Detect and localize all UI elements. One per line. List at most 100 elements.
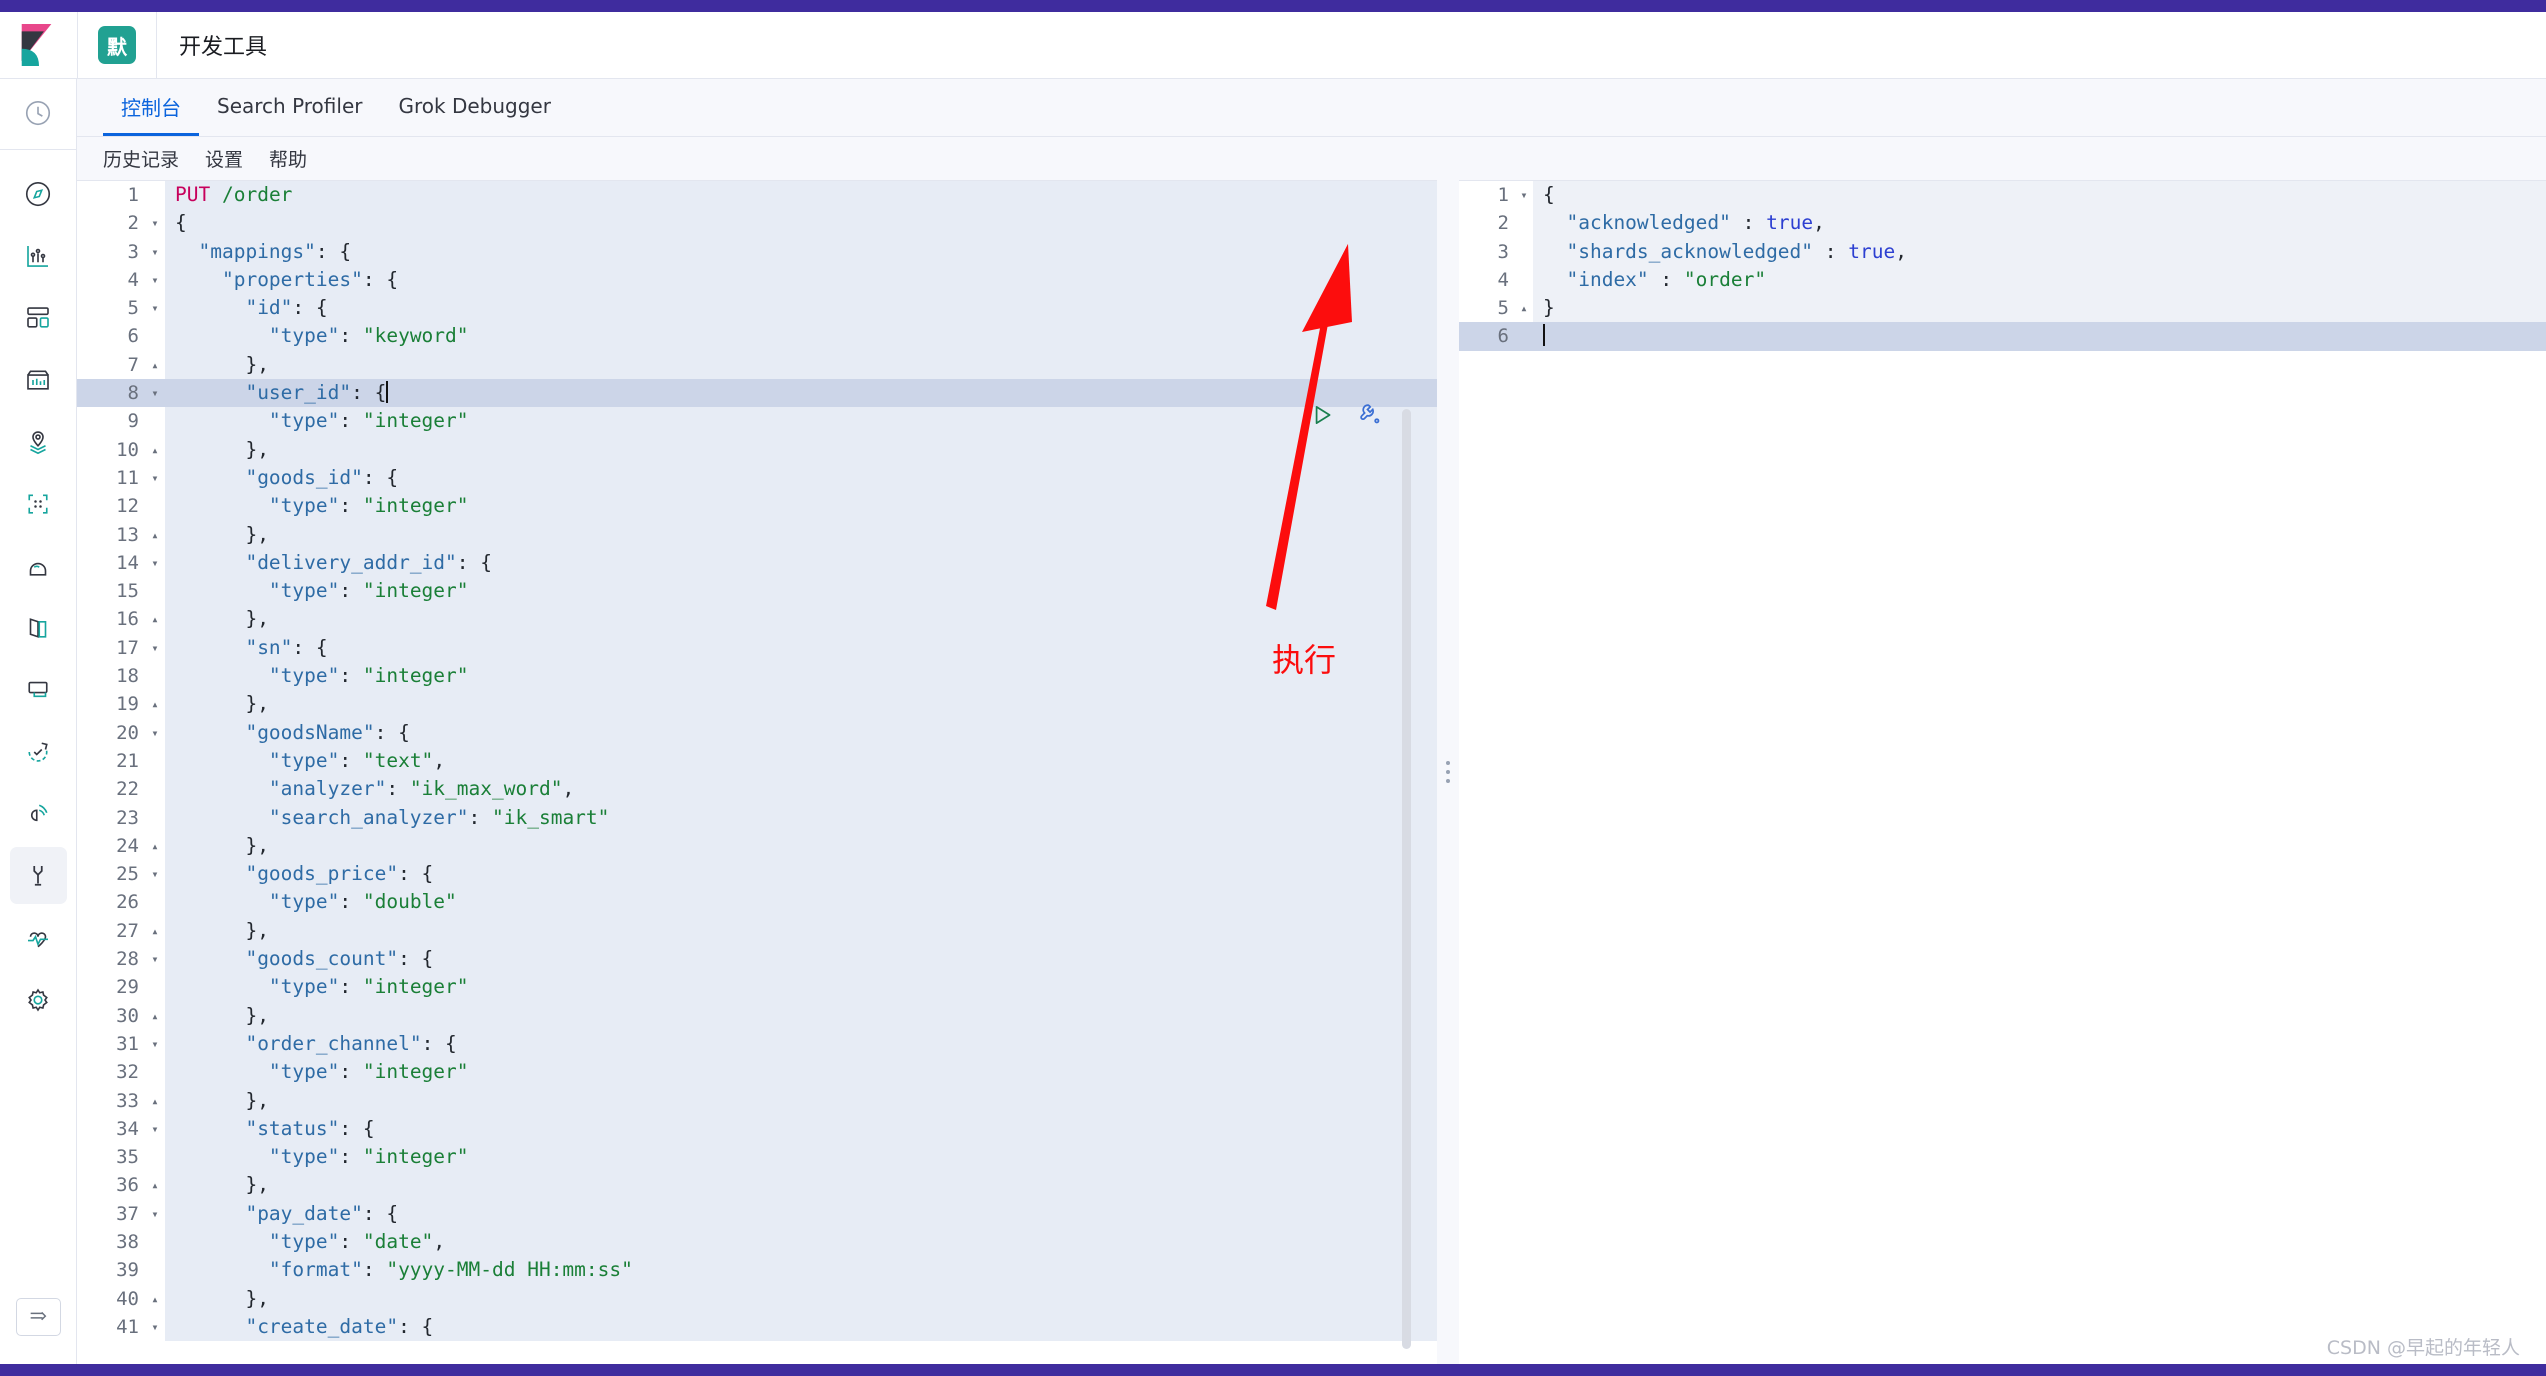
code-line[interactable]: 32 "type": "integer" <box>77 1058 1437 1087</box>
code-line[interactable]: 10 ▴ }, <box>77 435 1437 464</box>
fold-toggle-icon[interactable]: ▴ <box>1515 294 1533 322</box>
fold-toggle-icon[interactable]: ▾ <box>145 718 165 747</box>
tab-search-profiler[interactable]: Search Profiler <box>199 79 380 136</box>
fold-toggle-icon[interactable]: ▾ <box>145 379 165 408</box>
request-editor-panel[interactable]: 1 PUT /order 2 ▾{3 ▾ "mappings": {4 ▾ "proper… <box>77 180 1437 1364</box>
nav-maps[interactable] <box>10 413 67 470</box>
fold-toggle-icon[interactable]: ▴ <box>145 1086 165 1115</box>
code-line[interactable]: 14 ▾ "delivery_addr_id": { <box>77 548 1437 578</box>
code-line[interactable]: 26 "type": "double" <box>77 888 1437 917</box>
code-line[interactable]: 29 "type": "integer" <box>77 973 1437 1002</box>
fold-toggle-icon[interactable]: ▾ <box>145 1312 165 1342</box>
code-line[interactable]: 15 "type": "integer" <box>77 577 1437 606</box>
code-line[interactable]: 20 ▾ "goodsName": { <box>77 718 1437 747</box>
nav-recently-viewed[interactable] <box>10 84 67 141</box>
code-line[interactable]: 38 "type": "date", <box>77 1227 1437 1257</box>
fold-toggle-icon[interactable]: ▴ <box>145 1001 165 1030</box>
nav-machine-learning[interactable] <box>10 475 67 532</box>
code-line[interactable]: 19 ▴ }, <box>77 690 1437 719</box>
fold-toggle-icon[interactable]: ▴ <box>145 1284 165 1313</box>
response-line[interactable]: 2 "acknowledged" : true, <box>1459 209 2546 238</box>
fold-toggle-icon[interactable]: ▾ <box>145 265 165 295</box>
fold-toggle-icon[interactable]: ▴ <box>145 1171 165 1200</box>
nav-collapse-button[interactable] <box>15 1298 61 1336</box>
submenu-settings[interactable]: 设置 <box>205 145 243 172</box>
code-line[interactable]: 5 ▾ "id": { <box>77 294 1437 323</box>
code-line[interactable]: 17 ▾ "sn": { <box>77 633 1437 663</box>
nav-siem[interactable] <box>10 785 67 842</box>
wrench-menu-button[interactable] <box>1357 401 1385 434</box>
nav-monitoring[interactable] <box>10 909 67 966</box>
kibana-home-link[interactable] <box>0 11 78 79</box>
nav-uptime[interactable] <box>10 723 67 780</box>
fold-toggle-icon[interactable]: ▴ <box>145 916 165 946</box>
fold-toggle-icon[interactable]: ▾ <box>145 633 165 663</box>
nav-dev-tools[interactable] <box>9 847 67 904</box>
code-line[interactable]: 30 ▴ }, <box>77 1001 1437 1030</box>
code-line[interactable]: 16 ▴ }, <box>77 605 1437 634</box>
submenu-help[interactable]: 帮助 <box>269 145 307 172</box>
nav-apm[interactable] <box>10 661 67 718</box>
fold-toggle-icon[interactable]: ▾ <box>145 209 165 238</box>
fold-toggle-icon[interactable]: ▾ <box>145 945 165 974</box>
fold-toggle-icon[interactable]: ▴ <box>145 520 165 549</box>
fold-toggle-icon[interactable]: ▴ <box>145 350 165 380</box>
nav-management[interactable] <box>10 971 67 1028</box>
code-line[interactable]: 1 PUT /order <box>77 181 1437 210</box>
nav-discover[interactable] <box>10 165 67 222</box>
response-line[interactable]: 6 <box>1459 322 2546 351</box>
code-line[interactable]: 3 ▾ "mappings": { <box>77 237 1437 266</box>
code-line[interactable]: 18 "type": "integer" <box>77 662 1437 691</box>
code-line[interactable]: 11 ▾ "goods_id": { <box>77 463 1437 493</box>
code-line[interactable]: 4 ▾ "properties": { <box>77 265 1437 295</box>
tab-grok-debugger[interactable]: Grok Debugger <box>380 79 568 136</box>
fold-toggle-icon[interactable]: ▾ <box>145 548 165 578</box>
code-line[interactable]: 6 "type": "keyword" <box>77 322 1437 351</box>
fold-toggle-icon[interactable]: ▴ <box>145 605 165 634</box>
request-editor[interactable]: 1 PUT /order 2 ▾{3 ▾ "mappings": {4 ▾ "proper… <box>77 181 1437 1364</box>
nav-infrastructure[interactable] <box>10 537 67 594</box>
code-line[interactable]: 13 ▴ }, <box>77 520 1437 549</box>
code-line[interactable]: 28 ▾ "goods_count": { <box>77 945 1437 974</box>
fold-toggle-icon[interactable]: ▾ <box>145 237 165 266</box>
response-line[interactable]: 3 "shards_acknowledged" : true, <box>1459 237 2546 266</box>
fold-toggle-icon[interactable]: ▾ <box>145 1029 165 1059</box>
code-line[interactable]: 27 ▴ }, <box>77 916 1437 946</box>
tab-console[interactable]: 控制台 <box>103 79 199 136</box>
fold-toggle-icon[interactable]: ▴ <box>145 831 165 861</box>
panel-resize-handle[interactable] <box>1437 180 1459 1364</box>
code-line[interactable]: 9 "type": "integer" <box>77 407 1437 436</box>
code-line[interactable]: 37 ▾ "pay_date": { <box>77 1199 1437 1228</box>
code-line[interactable]: 39 "format": "yyyy-MM-dd HH:mm:ss" <box>77 1256 1437 1285</box>
code-line[interactable]: 8 ▾ "user_id": { <box>77 379 1437 408</box>
submenu-history[interactable]: 历史记录 <box>103 145 179 172</box>
code-line[interactable]: 36 ▴ }, <box>77 1171 1437 1200</box>
code-line[interactable]: 23 "search_analyzer": "ik_smart" <box>77 803 1437 832</box>
response-panel[interactable]: 1 ▾{2 "acknowledged" : true, 3 "shards_ack… <box>1459 180 2546 1364</box>
code-line[interactable]: 33 ▴ }, <box>77 1086 1437 1115</box>
response-line[interactable]: 4 "index" : "order" <box>1459 265 2546 295</box>
response-editor[interactable]: 1 ▾{2 "acknowledged" : true, 3 "shards_ack… <box>1459 181 2546 351</box>
code-line[interactable]: 7 ▴ }, <box>77 350 1437 380</box>
code-line[interactable]: 41 ▾ "create_date": { <box>77 1312 1437 1342</box>
nav-canvas[interactable] <box>10 351 67 408</box>
fold-toggle-icon[interactable]: ▾ <box>145 860 165 889</box>
code-line[interactable]: 35 "type": "integer" <box>77 1143 1437 1172</box>
fold-toggle-icon[interactable]: ▾ <box>1515 181 1533 209</box>
code-line[interactable]: 31 ▾ "order_channel": { <box>77 1029 1437 1059</box>
fold-toggle-icon[interactable]: ▾ <box>145 294 165 323</box>
fold-toggle-icon[interactable]: ▴ <box>145 690 165 719</box>
fold-toggle-icon[interactable]: ▾ <box>145 463 165 493</box>
code-line[interactable]: 25 ▾ "goods_price": { <box>77 860 1437 889</box>
response-line[interactable]: 1 ▾{ <box>1459 181 2546 210</box>
code-line[interactable]: 12 "type": "integer" <box>77 492 1437 521</box>
play-button[interactable] <box>1309 402 1335 433</box>
nav-visualize[interactable] <box>10 227 67 284</box>
nav-dashboard[interactable] <box>10 289 67 346</box>
fold-toggle-icon[interactable]: ▴ <box>145 435 165 464</box>
fold-toggle-icon[interactable]: ▾ <box>145 1199 165 1228</box>
code-line[interactable]: 2 ▾{ <box>77 209 1437 238</box>
response-line[interactable]: 5 ▴} <box>1459 294 2546 323</box>
space-selector[interactable]: 默 <box>78 11 157 79</box>
fold-toggle-icon[interactable]: ▾ <box>145 1114 165 1144</box>
